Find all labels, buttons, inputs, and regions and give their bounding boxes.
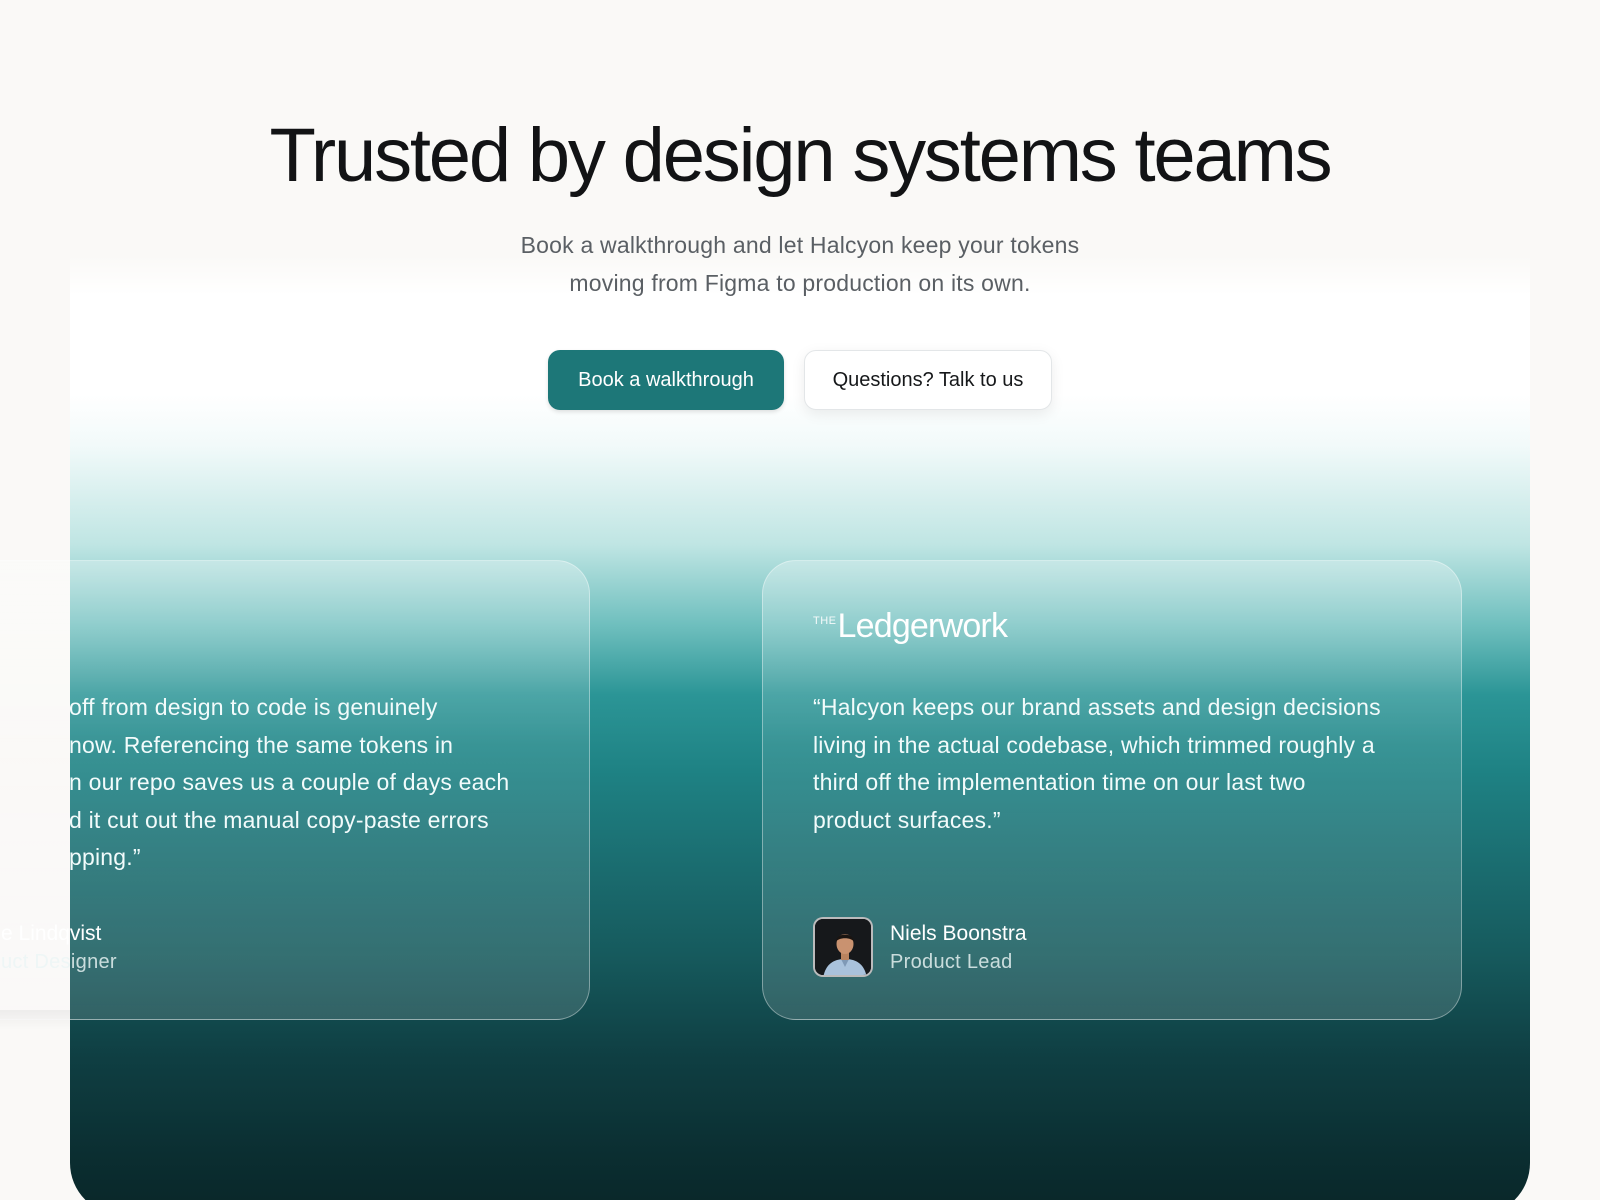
quote-line: living in the actual codebase, which tri… — [813, 731, 1375, 758]
quote-line: d it cut out the manual copy-paste error… — [69, 806, 489, 833]
avatar-portrait — [815, 919, 871, 975]
page-title: Trusted by design systems teams — [269, 113, 1333, 198]
quote-line: product surfaces.” — [813, 806, 1001, 833]
company-logo: THE Ledgerwork — [813, 607, 1008, 646]
hero-subtitle-line-1: Book a walkthrough and let Halcyon keep … — [520, 232, 1080, 258]
hero-subtitle-line-2: moving from Figma to production on its o… — [569, 270, 1031, 296]
quote-line: pping.” — [69, 844, 141, 870]
author-name: e Lindqvist — [1, 922, 102, 945]
quote-line: “Halcyon keeps our brand assets and desi… — [813, 694, 1381, 720]
author-name: Niels Boonstra — [890, 922, 1027, 945]
logo-prefix: THE — [813, 615, 837, 627]
avatar — [813, 917, 873, 977]
page: Trusted by design systems teams Book a w… — [0, 0, 1600, 1200]
book-walkthrough-button[interactable]: Book a walkthrough — [548, 350, 784, 410]
author-role: Product Lead — [890, 951, 1013, 973]
logo-name: Ledgerwork — [837, 607, 1008, 645]
testimonial-card: off from design to code is genuinely now… — [0, 560, 590, 1020]
testimonial-quote: off from design to code is genuinely now… — [69, 689, 549, 877]
quote-line: off from design to code is genuinely — [69, 694, 438, 720]
testimonial-card: THE Ledgerwork “Halcyon keeps our brand … — [762, 560, 1462, 1020]
author-role: uct Designer — [1, 951, 117, 973]
testimonial-quote: “Halcyon keeps our brand assets and desi… — [813, 689, 1423, 839]
edge-shadow — [0, 1010, 70, 1030]
quote-line: now. Referencing the same tokens in — [69, 731, 454, 758]
talk-to-us-button[interactable]: Questions? Talk to us — [804, 350, 1052, 410]
quote-line: n our repo saves us a couple of days eac… — [69, 769, 510, 795]
hero-subtitle: Book a walkthrough and let Halcyon keep … — [480, 226, 1120, 302]
quote-line: third off the implementation time on our… — [813, 769, 1306, 795]
